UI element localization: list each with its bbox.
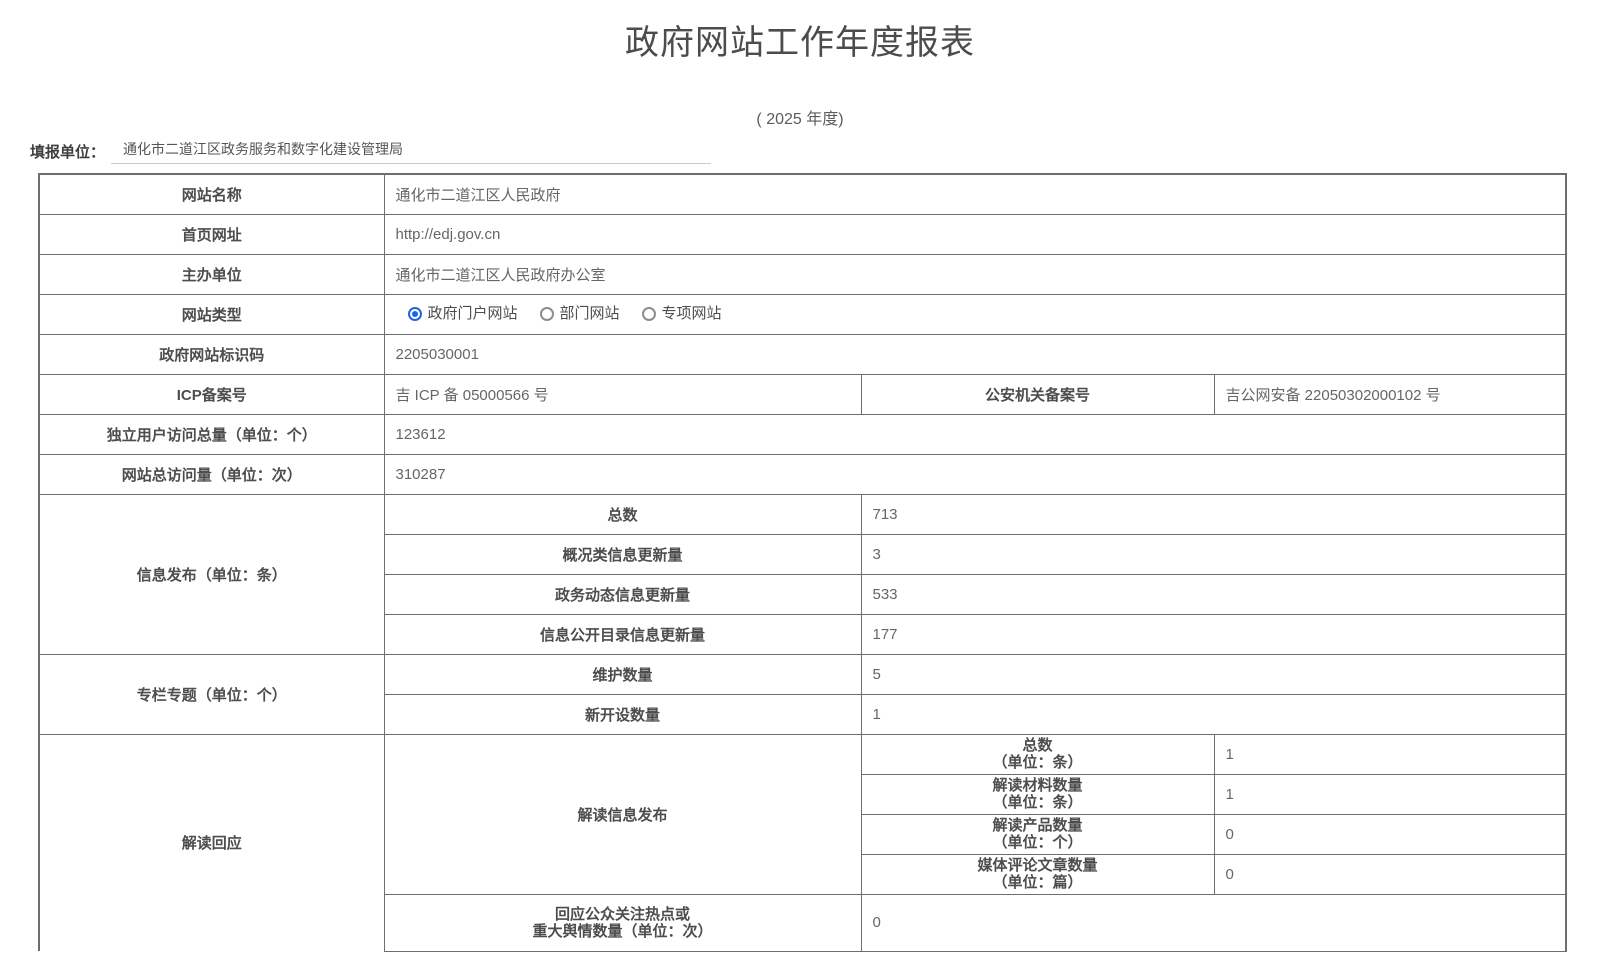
total-visits-label: 网站总访问量（单位：次） bbox=[39, 454, 384, 494]
label-line-1: 解读材料数量 bbox=[862, 777, 1214, 794]
radio-selected-icon bbox=[408, 307, 422, 321]
site-code-value: 2205030001 bbox=[384, 334, 1566, 374]
special-columns-row-value: 5 bbox=[861, 654, 1566, 694]
label-line-2: 重大舆情数量（单位：次） bbox=[385, 923, 861, 940]
website-name-label: 网站名称 bbox=[39, 174, 384, 214]
site-code-label: 政府网站标识码 bbox=[39, 334, 384, 374]
table-row: 专栏专题（单位：个） 维护数量 5 bbox=[39, 654, 1566, 694]
radio-label: 部门网站 bbox=[560, 304, 620, 324]
icp-label: ICP备案号 bbox=[39, 374, 384, 414]
interpret-publish-row-label: 媒体评论文章数量 （单位：篇） bbox=[861, 854, 1214, 894]
info-publish-row-value: 3 bbox=[861, 534, 1566, 574]
table-row: 网站类型 政府门户网站 部门网站 专项网站 bbox=[39, 294, 1566, 334]
unique-visitors-label: 独立用户访问总量（单位：个） bbox=[39, 414, 384, 454]
info-publish-row-value: 713 bbox=[861, 494, 1566, 534]
label-line-2: （单位：篇） bbox=[862, 874, 1214, 891]
label-line-1: 总数 bbox=[862, 737, 1214, 754]
info-publish-row-value: 533 bbox=[861, 574, 1566, 614]
special-columns-section-label: 专栏专题（单位：个） bbox=[39, 654, 384, 734]
interpret-publish-row-value: 0 bbox=[1214, 854, 1566, 894]
table-row: ICP备案号 吉 ICP 备 05000566 号 公安机关备案号 吉公网安备 … bbox=[39, 374, 1566, 414]
unique-visitors-value: 123612 bbox=[384, 414, 1566, 454]
info-publish-row-value: 177 bbox=[861, 614, 1566, 654]
hot-response-value: 0 bbox=[861, 894, 1566, 951]
table-row: 网站名称 通化市二道江区人民政府 bbox=[39, 174, 1566, 214]
radio-label: 专项网站 bbox=[662, 304, 722, 324]
label-line-1: 媒体评论文章数量 bbox=[862, 857, 1214, 874]
label-line-1: 回应公众关注热点或 bbox=[385, 906, 861, 923]
icp-value: 吉 ICP 备 05000566 号 bbox=[384, 374, 861, 414]
info-publish-row-label: 信息公开目录信息更新量 bbox=[384, 614, 861, 654]
interpret-publish-row-value: 1 bbox=[1214, 734, 1566, 774]
home-url-value: http://edj.gov.cn bbox=[384, 214, 1566, 254]
site-type-cell: 政府门户网站 部门网站 专项网站 bbox=[384, 294, 1566, 334]
hot-response-label: 回应公众关注热点或 重大舆情数量（单位：次） bbox=[384, 894, 861, 951]
label-line-2: （单位：个） bbox=[862, 834, 1214, 851]
table-row: 信息发布（单位：条） 总数 713 bbox=[39, 494, 1566, 534]
info-publish-section-label: 信息发布（单位：条） bbox=[39, 494, 384, 654]
home-url-label: 首页网址 bbox=[39, 214, 384, 254]
radio-special-site[interactable]: 专项网站 bbox=[642, 304, 722, 324]
site-type-label: 网站类型 bbox=[39, 294, 384, 334]
special-columns-row-value: 1 bbox=[861, 694, 1566, 734]
interpret-publish-row-label: 解读产品数量 （单位：个） bbox=[861, 814, 1214, 854]
special-columns-row-label: 维护数量 bbox=[384, 654, 861, 694]
special-columns-row-label: 新开设数量 bbox=[384, 694, 861, 734]
info-publish-row-label: 概况类信息更新量 bbox=[384, 534, 861, 574]
radio-label: 政府门户网站 bbox=[428, 304, 518, 324]
table-row: 主办单位 通化市二道江区人民政府办公室 bbox=[39, 254, 1566, 294]
label-line-2: （单位：条） bbox=[862, 754, 1214, 771]
interpret-publish-row-label: 总数 （单位：条） bbox=[861, 734, 1214, 774]
radio-government-portal[interactable]: 政府门户网站 bbox=[408, 304, 518, 324]
interpret-response-section-label: 解读回应 bbox=[39, 734, 384, 951]
report-unit-label: 填报单位： bbox=[30, 142, 105, 164]
report-unit-input[interactable]: 通化市二道江区政务服务和数字化建设管理局 bbox=[111, 141, 711, 164]
table-row: 解读回应 解读信息发布 总数 （单位：条） 1 bbox=[39, 734, 1566, 774]
info-publish-row-label: 总数 bbox=[384, 494, 861, 534]
label-line-2: （单位：条） bbox=[862, 794, 1214, 811]
police-record-value: 吉公网安备 22050302000102 号 bbox=[1214, 374, 1566, 414]
interpret-publish-section-label: 解读信息发布 bbox=[384, 734, 861, 894]
sponsor-value: 通化市二道江区人民政府办公室 bbox=[384, 254, 1566, 294]
total-visits-value: 310287 bbox=[384, 454, 1566, 494]
table-row: 首页网址 http://edj.gov.cn bbox=[39, 214, 1566, 254]
report-unit-row: 填报单位： 通化市二道江区政务服务和数字化建设管理局 bbox=[30, 138, 1600, 164]
interpret-publish-row-value: 0 bbox=[1214, 814, 1566, 854]
radio-icon bbox=[540, 307, 554, 321]
interpret-publish-row-value: 1 bbox=[1214, 774, 1566, 814]
info-publish-row-label: 政务动态信息更新量 bbox=[384, 574, 861, 614]
table-row: 独立用户访问总量（单位：个） 123612 bbox=[39, 414, 1566, 454]
sponsor-label: 主办单位 bbox=[39, 254, 384, 294]
label-line-1: 解读产品数量 bbox=[862, 817, 1214, 834]
police-record-label: 公安机关备案号 bbox=[861, 374, 1214, 414]
radio-department-site[interactable]: 部门网站 bbox=[540, 304, 620, 324]
report-year: ( 2025 年度) bbox=[0, 110, 1600, 130]
table-row: 政府网站标识码 2205030001 bbox=[39, 334, 1566, 374]
table-row: 网站总访问量（单位：次） 310287 bbox=[39, 454, 1566, 494]
interpret-publish-row-label: 解读材料数量 （单位：条） bbox=[861, 774, 1214, 814]
website-name-value: 通化市二道江区人民政府 bbox=[384, 174, 1566, 214]
radio-icon bbox=[642, 307, 656, 321]
site-type-radio-group: 政府门户网站 部门网站 专项网站 bbox=[396, 304, 1566, 324]
annual-report-table: 网站名称 通化市二道江区人民政府 首页网址 http://edj.gov.cn … bbox=[38, 173, 1567, 952]
page-title: 政府网站工作年度报表 bbox=[0, 22, 1600, 64]
